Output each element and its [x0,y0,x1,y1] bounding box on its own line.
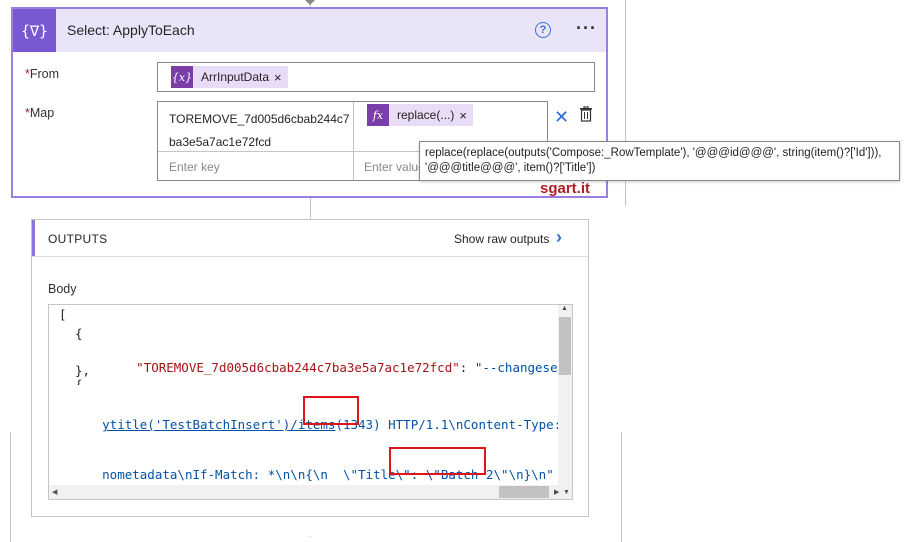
remove-token-icon[interactable]: × [459,108,473,123]
highlight-title-value [389,447,486,475]
help-icon[interactable]: ? [535,22,551,38]
function-icon: fx [367,104,389,126]
map-divider [353,102,354,180]
map-label: *Map [25,106,55,120]
vertical-scrollbar[interactable]: ▲ [558,305,572,485]
code-line: "TOREMOVE_7d005d6cbab244c7ba3e5a7ac1e72f… [91,345,572,390]
switch-to-text-mode-icon[interactable]: ✕ [554,107,569,128]
watermark: sgart.it [540,180,591,197]
request-url[interactable]: ytitle('TestBatchInsert')/items [102,417,335,432]
scrollbar-thumb[interactable] [499,486,549,498]
new-value-input[interactable]: Enter value [364,160,425,174]
code-line: }, [75,363,91,378]
connector-arrow-top [305,0,315,5]
map-key-field[interactable]: TOREMOVE_7d005d6cbab244c7 ba3e5a7ac1e72f… [169,108,350,154]
show-raw-outputs-link[interactable]: Show raw outputs [454,232,549,246]
body-label: Body [48,282,77,296]
outputs-accent-bar [32,220,35,256]
action-title[interactable]: Select: ApplyToEach [67,22,195,38]
highlight-item-id [303,396,359,425]
connector-line-middle [310,198,311,219]
scroll-left-icon[interactable]: ◀ [52,488,57,496]
from-label: *From [25,67,60,81]
scope-border-bottom [310,536,311,537]
variable-icon: {x} [171,66,193,88]
expression-token[interactable]: fx replace(...) × [367,104,473,126]
scrollbar-thumb[interactable] [559,317,571,375]
code-line: [ [59,307,67,322]
code-line: { [75,377,83,385]
more-options-icon[interactable]: ··· [576,18,597,39]
expression-tooltip: replace(replace(outputs('Compose:_RowTem… [419,141,900,181]
scope-border-left-lower [10,432,11,542]
token-label: ArrInputData [201,70,270,84]
outputs-title: OUTPUTS [48,232,108,246]
outputs-header: OUTPUTS Show raw outputs › [32,220,588,257]
outputs-panel: OUTPUTS Show raw outputs › Body [ { "TOR… [31,219,589,517]
horizontal-scrollbar[interactable]: ◀ ▶ [49,485,572,499]
action-header[interactable]: {∇} Select: ApplyToEach ? ··· [13,9,606,52]
token-label: replace(...) [397,108,455,122]
remove-token-icon[interactable]: × [274,70,288,85]
chevron-right-icon[interactable]: › [556,227,562,248]
from-input[interactable]: {x} ArrInputData × [157,62,595,92]
data-operation-icon: {∇} [13,9,56,52]
scroll-down-icon[interactable]: ▼ [563,489,570,496]
new-key-input[interactable]: Enter key [169,160,220,174]
scroll-up-icon[interactable]: ▲ [561,305,568,312]
switch-map-mode-icon[interactable] [579,106,593,122]
scope-border-right-lower [621,432,622,542]
dynamic-content-token[interactable]: {x} ArrInputData × [171,66,288,88]
scroll-right-icon[interactable]: ▶ [554,488,559,496]
json-key: "TOREMOVE_7d005d6cbab244c7ba3e5a7ac1e72f… [136,360,460,375]
code-line: { [75,326,83,341]
